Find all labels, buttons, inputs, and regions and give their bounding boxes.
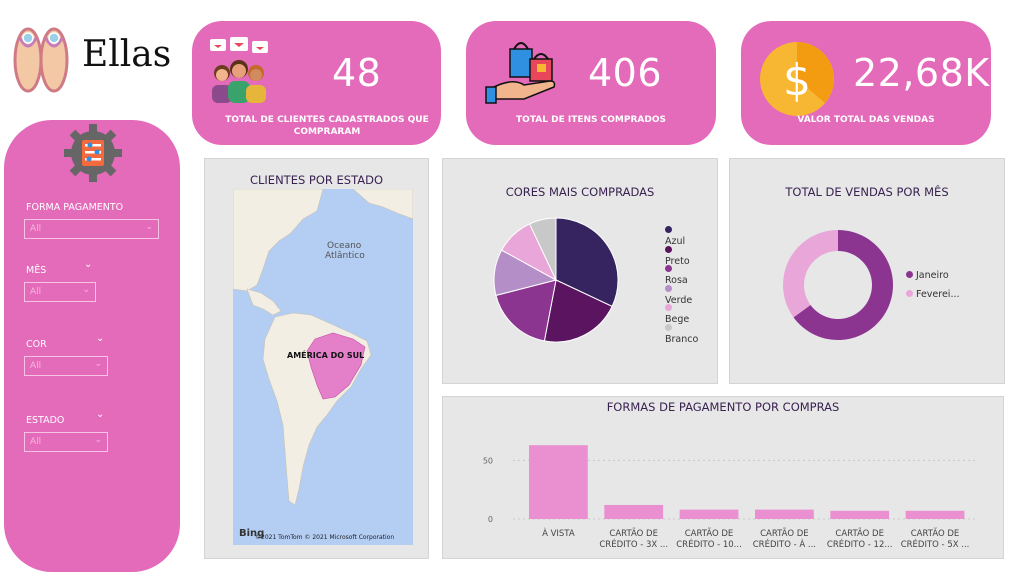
legend-swatch	[906, 290, 913, 297]
legend-label: Janeiro	[916, 270, 949, 281]
legend-swatch	[665, 265, 672, 273]
brand-name: Ellas	[82, 34, 172, 75]
filter-value-mes: All	[30, 287, 42, 297]
kpi-label-items: TOTAL DE ITENS COMPRADOS	[516, 115, 666, 125]
pie-legend-item[interactable]: Branco	[665, 323, 698, 345]
payment-bar-card[interactable]: FORMAS DE PAGAMENTO POR COMPRAS 0 50 À VI…	[442, 396, 1004, 559]
legend-label: Branco	[665, 334, 699, 345]
legend-swatch	[665, 284, 672, 292]
legend-swatch	[665, 324, 672, 331]
legend-label: Feverei...	[916, 289, 960, 300]
kpi-value-sales: 22,68K	[853, 51, 990, 95]
flip-flops-icon	[13, 27, 69, 93]
filter-label-cor: COR	[26, 339, 47, 350]
svg-text:$: $	[783, 55, 811, 106]
filter-label-forma-pagamento: FORMA PAGAMENTO	[26, 202, 124, 213]
x-tick-label: CARTÃO DE CRÉDITO - 10...	[676, 529, 742, 550]
kpi-card-customers[interactable]: 48 TOTAL DE CLIENTES CADASTRADOS QUE COM…	[192, 21, 441, 145]
y-tick-label: 0	[488, 515, 493, 524]
chevron-down-icon[interactable]: ⌄	[84, 259, 92, 270]
filter-panel: FORMA PAGAMENTO All ⌄ MÊS ⌄ All ⌄ COR ⌄ …	[4, 120, 180, 572]
chevron-down-icon: ⌄	[94, 435, 102, 445]
donut-title: TOTAL DE VENDAS POR MÊS	[785, 185, 949, 199]
donut-legend-item[interactable]: Janeiro	[906, 270, 949, 281]
kpi-value-customers: 48	[332, 51, 382, 95]
settings-gear-icon	[64, 124, 122, 182]
map-title: CLIENTES POR ESTADO	[249, 173, 384, 187]
legend-swatch	[906, 271, 913, 278]
kpi-card-sales[interactable]: $ 22,68K VALOR TOTAL DAS VENDAS	[741, 21, 991, 145]
dashboard: Ellas 48 TOTAL DE CLIENTES CADASTRADOS Q…	[0, 0, 1009, 580]
filter-value-cor: All	[30, 361, 42, 371]
shopping-bag-hand-icon	[485, 42, 556, 104]
chevron-down-icon: ⌄	[145, 222, 153, 232]
chevron-down-icon: ⌄	[82, 285, 90, 295]
kpi-value-items: 406	[588, 51, 663, 95]
filter-select-cor[interactable]: All ⌄	[24, 356, 108, 376]
map-land	[233, 189, 413, 506]
x-tick-label: CARTÃO DE CRÉDITO - 3X ...	[599, 529, 669, 550]
legend-swatch	[665, 226, 672, 233]
chevron-down-icon[interactable]: ⌄	[96, 409, 104, 420]
filter-value-estado: All	[30, 437, 42, 447]
chevron-down-icon: ⌄	[94, 359, 102, 369]
donut-legend-item[interactable]: Feverei...	[906, 289, 960, 300]
kpi-card-items[interactable]: 406 TOTAL DE ITENS COMPRADOS	[466, 21, 716, 145]
x-tick-label: À VISTA	[542, 529, 575, 539]
y-tick-label: 50	[483, 456, 493, 465]
filter-label-estado: ESTADO	[26, 415, 65, 426]
map-ocean-label-1: Oceano	[327, 241, 362, 251]
kpi-label-customers: TOTAL DE CLIENTES CADASTRADOS QUE COMPRA…	[225, 115, 429, 137]
filter-select-estado[interactable]: All ⌄	[24, 432, 108, 452]
legend-swatch	[665, 245, 672, 253]
filter-label-mes: MÊS	[26, 265, 47, 276]
map-region-label: AMÉRICA DO SUL	[287, 351, 365, 360]
x-tick-label: CARTÃO DE CRÉDITO - À ...	[752, 529, 816, 550]
dollar-coin-icon: $	[760, 42, 834, 116]
x-tick-label: CARTÃO DE CRÉDITO - 12...	[826, 529, 893, 550]
pie-title: CORES MAIS COMPRADAS	[505, 185, 655, 199]
chevron-down-icon[interactable]: ⌄	[96, 333, 104, 344]
bar[interactable]	[755, 509, 814, 519]
filter-select-mes[interactable]: All ⌄	[24, 282, 96, 302]
map-ocean-label-2: Atlântico	[325, 251, 365, 261]
map-view[interactable]: Oceano Atlântico AMÉRICA DO SUL Bing ©20…	[233, 189, 413, 545]
brand: Ellas	[10, 22, 180, 98]
bar[interactable]	[679, 509, 739, 519]
bar[interactable]	[529, 445, 588, 519]
month-donut-card[interactable]: TOTAL DE VENDAS POR MÊS Janeiro Feverei..…	[729, 158, 1005, 384]
bar[interactable]	[905, 510, 965, 519]
bar[interactable]	[604, 504, 664, 519]
map-card[interactable]: CLIENTES POR ESTADO Oceano Atlântico AMÉ…	[204, 158, 429, 559]
bar[interactable]	[830, 510, 890, 519]
colors-pie-card[interactable]: CORES MAIS COMPRADAS Azul Preto Rosa Verde B…	[442, 158, 718, 384]
kpi-label-sales: VALOR TOTAL DAS VENDAS	[797, 115, 935, 125]
map-copyright: ©2021 TomTom © 2021 Microsoft Corporatio…	[255, 534, 395, 541]
filter-select-forma-pagamento[interactable]: All ⌄	[24, 219, 159, 239]
legend-swatch	[665, 304, 672, 312]
pie-chart[interactable]	[493, 217, 619, 343]
x-tick-label: CARTÃO DE CRÉDITO - 5X ...	[900, 529, 970, 550]
customers-icon	[210, 37, 268, 103]
filter-value-forma-pagamento: All	[30, 224, 42, 234]
donut-hole	[804, 251, 872, 319]
donut-chart[interactable]	[782, 229, 894, 341]
